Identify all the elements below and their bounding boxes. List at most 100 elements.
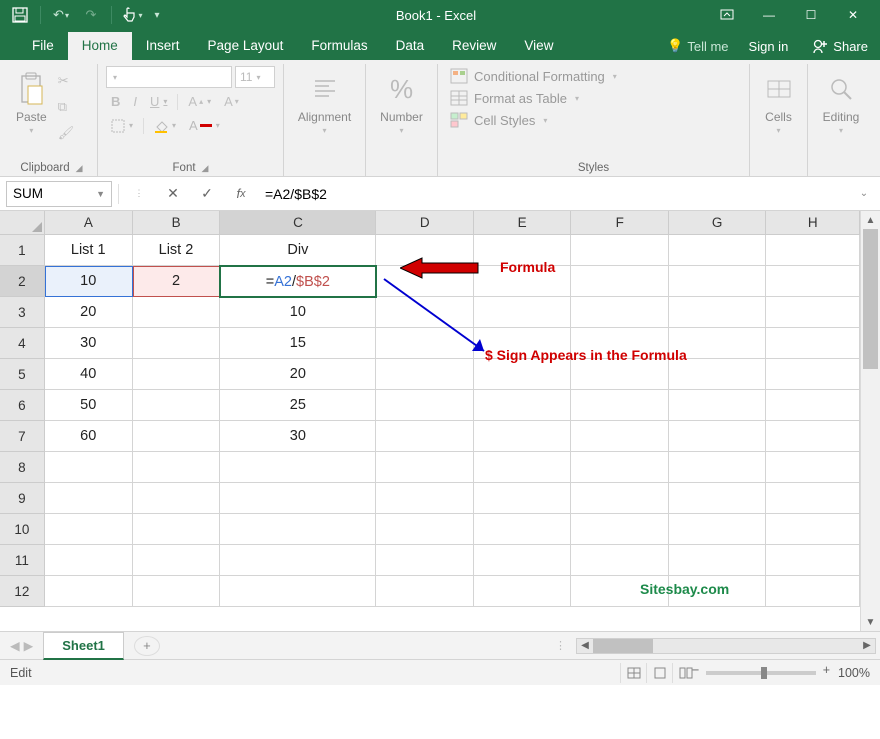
- sheet-tab-1[interactable]: Sheet1: [43, 632, 124, 660]
- split-grip-icon[interactable]: ⋮: [555, 639, 566, 652]
- normal-view-icon[interactable]: [620, 663, 646, 683]
- cell-F5[interactable]: [571, 359, 669, 390]
- hscroll-thumb[interactable]: [593, 639, 653, 653]
- cell-G10[interactable]: [669, 514, 767, 545]
- touch-mode-icon[interactable]: ▾: [118, 2, 146, 28]
- grid[interactable]: ABCDEFGH 1List 1List 2Div2102=A2/$B$2320…: [0, 211, 860, 631]
- cell-C2[interactable]: =A2/$B$2: [220, 266, 376, 297]
- cell-E4[interactable]: [474, 328, 572, 359]
- cell-H3[interactable]: [766, 297, 860, 328]
- borders-icon[interactable]: [106, 116, 138, 136]
- cell-E3[interactable]: [474, 297, 572, 328]
- sheet-nav-next-icon[interactable]: ▶: [24, 638, 34, 653]
- sheet-nav-prev-icon[interactable]: ◀: [10, 638, 20, 653]
- cell-H10[interactable]: [766, 514, 860, 545]
- col-header-A[interactable]: A: [45, 211, 133, 235]
- col-header-H[interactable]: H: [766, 211, 860, 235]
- cell-H9[interactable]: [766, 483, 860, 514]
- cancel-formula-button[interactable]: ✕: [159, 182, 187, 206]
- row-header-9[interactable]: 9: [0, 483, 45, 514]
- cell-H4[interactable]: [766, 328, 860, 359]
- cut-icon[interactable]: ✂: [53, 70, 80, 92]
- cell-A2[interactable]: 10: [45, 266, 133, 297]
- save-icon[interactable]: [6, 2, 34, 28]
- cell-D6[interactable]: [376, 390, 474, 421]
- tab-formulas[interactable]: Formulas: [297, 32, 381, 60]
- tell-me-search[interactable]: 💡Tell me: [659, 32, 736, 60]
- cell-F1[interactable]: [571, 235, 669, 266]
- cell-A10[interactable]: [45, 514, 133, 545]
- col-header-E[interactable]: E: [474, 211, 572, 235]
- row-header-1[interactable]: 1: [0, 235, 45, 266]
- cell-B4[interactable]: [133, 328, 221, 359]
- cell-F8[interactable]: [571, 452, 669, 483]
- cell-E7[interactable]: [474, 421, 572, 452]
- cell-styles-button[interactable]: Cell Styles▾: [446, 110, 741, 130]
- tab-file[interactable]: File: [18, 32, 68, 60]
- cell-F11[interactable]: [571, 545, 669, 576]
- copy-icon[interactable]: ⧉: [53, 96, 80, 118]
- cell-C7[interactable]: 30: [220, 421, 376, 452]
- underline-button[interactable]: U: [145, 91, 172, 112]
- cell-B5[interactable]: [133, 359, 221, 390]
- formula-input[interactable]: [261, 181, 848, 207]
- zoom-thumb[interactable]: [761, 667, 767, 679]
- cell-A8[interactable]: [45, 452, 133, 483]
- cell-G4[interactable]: [669, 328, 767, 359]
- cell-E12[interactable]: [474, 576, 572, 607]
- cell-B1[interactable]: List 2: [133, 235, 221, 266]
- minimize-button[interactable]: —: [748, 2, 790, 28]
- cells-button[interactable]: Cells▾: [758, 66, 799, 139]
- font-family-select[interactable]: [106, 66, 232, 88]
- cell-E9[interactable]: [474, 483, 572, 514]
- cell-G7[interactable]: [669, 421, 767, 452]
- cell-F7[interactable]: [571, 421, 669, 452]
- cell-F2[interactable]: [571, 266, 669, 297]
- range-dropdown-icon[interactable]: ⋮: [125, 182, 153, 206]
- cell-D5[interactable]: [376, 359, 474, 390]
- cell-C10[interactable]: [220, 514, 376, 545]
- editing-button[interactable]: Editing▾: [816, 66, 866, 139]
- cell-E1[interactable]: [474, 235, 572, 266]
- cell-A9[interactable]: [45, 483, 133, 514]
- scroll-left-icon[interactable]: ◀: [577, 640, 593, 651]
- tab-view[interactable]: View: [510, 32, 567, 60]
- cell-E2[interactable]: [474, 266, 572, 297]
- alignment-button[interactable]: Alignment▾: [292, 66, 357, 139]
- decrease-font-icon[interactable]: A▾: [219, 91, 244, 112]
- close-button[interactable]: ✕: [832, 2, 874, 28]
- row-header-12[interactable]: 12: [0, 576, 45, 607]
- cell-D1[interactable]: [376, 235, 474, 266]
- ribbon-display-icon[interactable]: [706, 2, 748, 28]
- cell-B8[interactable]: [133, 452, 221, 483]
- cell-E10[interactable]: [474, 514, 572, 545]
- cell-A1[interactable]: List 1: [45, 235, 133, 266]
- row-header-7[interactable]: 7: [0, 421, 45, 452]
- cell-F3[interactable]: [571, 297, 669, 328]
- conditional-formatting-button[interactable]: Conditional Formatting▾: [446, 66, 741, 86]
- tab-home[interactable]: Home: [68, 32, 132, 60]
- tab-review[interactable]: Review: [438, 32, 510, 60]
- vertical-scrollbar[interactable]: ▲ ▼: [860, 211, 880, 631]
- cell-A11[interactable]: [45, 545, 133, 576]
- row-header-4[interactable]: 4: [0, 328, 45, 359]
- row-header-5[interactable]: 5: [0, 359, 45, 390]
- expand-formula-bar-icon[interactable]: ⌄: [854, 188, 874, 199]
- share-button[interactable]: Share: [800, 32, 880, 60]
- cell-D8[interactable]: [376, 452, 474, 483]
- format-as-table-button[interactable]: Format as Table▾: [446, 88, 741, 108]
- name-box[interactable]: SUM▼: [6, 181, 112, 207]
- cell-H8[interactable]: [766, 452, 860, 483]
- cell-B9[interactable]: [133, 483, 221, 514]
- horizontal-scrollbar[interactable]: ◀ ▶: [576, 638, 876, 654]
- cell-D3[interactable]: [376, 297, 474, 328]
- row-header-10[interactable]: 10: [0, 514, 45, 545]
- font-color-icon[interactable]: A: [184, 115, 225, 136]
- cell-D4[interactable]: [376, 328, 474, 359]
- cell-G8[interactable]: [669, 452, 767, 483]
- cell-D12[interactable]: [376, 576, 474, 607]
- cell-F12[interactable]: [571, 576, 669, 607]
- tab-page-layout[interactable]: Page Layout: [194, 32, 298, 60]
- cell-D11[interactable]: [376, 545, 474, 576]
- tab-data[interactable]: Data: [382, 32, 439, 60]
